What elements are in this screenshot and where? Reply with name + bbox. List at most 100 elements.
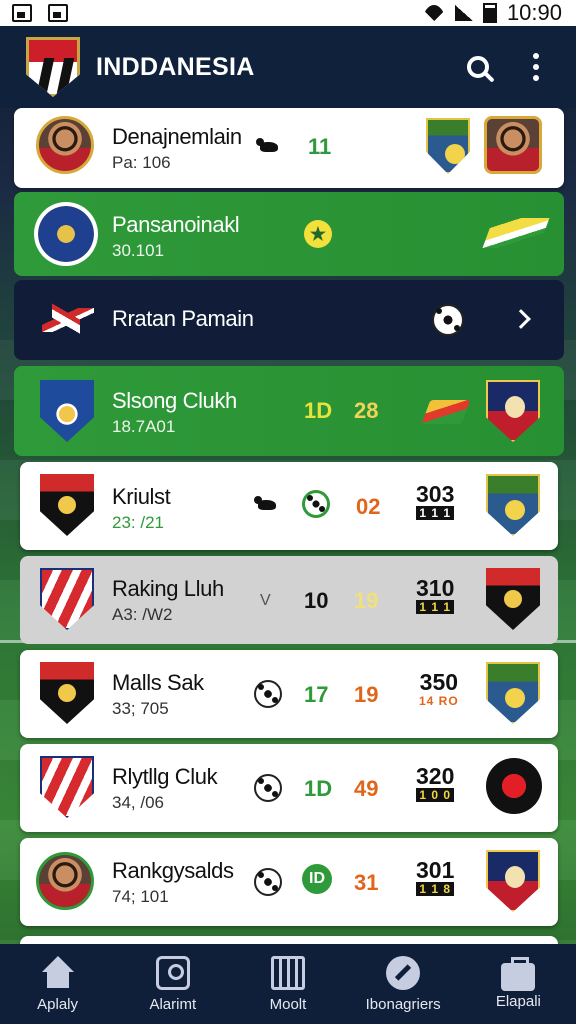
score-sub: 1 1 8 — [416, 882, 455, 896]
star-logo-icon — [42, 300, 94, 340]
pin-icon — [155, 955, 190, 990]
soccer-ball-icon — [302, 490, 330, 518]
item-name: Rratan Pamain — [112, 306, 254, 331]
player-avatar — [36, 852, 94, 910]
soccer-ball-icon — [254, 868, 282, 896]
list-item[interactable]: Pansanoinakl 30.101 ★ — [14, 192, 564, 276]
nav-label: Elapali — [495, 992, 541, 1010]
score-box: 303 1 1 1 — [416, 482, 454, 520]
score-box: 350 14 RO — [416, 670, 462, 708]
club-crest-icon — [40, 568, 94, 630]
battery-icon — [482, 3, 497, 23]
list-item[interactable]: Rlytllg Cluk 34, /06 1D 49 320 1 0 0 — [20, 744, 558, 832]
score-sub: 1 0 0 — [416, 788, 455, 802]
wifi-icon — [422, 5, 445, 21]
whistle-icon — [386, 955, 421, 990]
nav-item-managers[interactable]: Ibonagriers — [348, 955, 458, 1013]
score-box: 301 1 1 8 — [416, 858, 454, 896]
list-item[interactable]: Kriulst 23: /21 02 303 1 1 1 — [20, 462, 558, 550]
list-item-selected[interactable]: Raking Lluh A3: /W2 V 10 19 310 1 1 1 — [20, 556, 558, 644]
list-item[interactable]: Malls Sak 33; 705 17 19 350 14 RO — [20, 650, 558, 738]
chevron-right-icon[interactable] — [511, 309, 531, 329]
nav-label: Alarimt — [149, 995, 197, 1013]
club-crest-icon — [40, 662, 94, 724]
club-crest-icon — [486, 380, 540, 442]
score-value: 310 — [416, 575, 455, 601]
bag-icon — [501, 956, 536, 991]
bull-icon — [254, 496, 280, 514]
grid-icon — [270, 955, 305, 990]
score-value: 320 — [416, 763, 455, 789]
club-crest-icon — [486, 568, 540, 630]
stripe-flag-icon — [421, 400, 471, 424]
stat-value: 28 — [354, 398, 379, 423]
item-name: Rlytllg Cluk — [112, 764, 218, 789]
signal-icon — [454, 5, 473, 21]
marker-label: V — [260, 592, 271, 609]
stat-value: 31 — [354, 870, 379, 895]
item-sub: 18.7A01 — [112, 417, 176, 436]
score-box: 320 1 0 0 — [416, 764, 454, 802]
list-item-featured[interactable]: Rratan Pamain — [14, 280, 564, 360]
item-name: Malls Sak — [112, 670, 204, 695]
club-crest-icon — [40, 474, 94, 536]
item-sub: 23: /21 — [112, 513, 164, 532]
status-time: 10:90 — [506, 0, 562, 25]
stat-value: 17 — [304, 682, 329, 707]
stat-value: 1D — [304, 398, 333, 423]
score-sub: 1 1 1 — [416, 600, 455, 614]
more-options-button[interactable] — [516, 47, 556, 87]
club-crest-icon — [34, 202, 98, 266]
player-avatar — [36, 116, 94, 174]
nav-item-alerts[interactable]: Alarimt — [118, 955, 228, 1013]
star-icon: ★ — [304, 220, 332, 248]
score-box: 310 1 1 1 — [416, 576, 454, 614]
player-avatar — [484, 116, 542, 174]
item-name: Slsong Clukh — [112, 388, 237, 413]
nav-label: Aplaly — [37, 995, 79, 1013]
status-bar: 10:90 — [0, 0, 576, 26]
score-value: 303 — [416, 481, 455, 507]
club-crest-icon — [486, 850, 540, 912]
club-crest-icon — [40, 756, 94, 818]
list-item[interactable]: Rankgysalds 74; 101 ID 31 301 1 1 8 — [20, 838, 558, 926]
item-name: Pansanoinakl — [112, 212, 240, 237]
soccer-ball-icon — [432, 304, 464, 336]
score-sub: 1 1 1 — [416, 506, 455, 520]
home-icon — [40, 955, 75, 990]
score-sub: 14 RO — [419, 694, 459, 708]
bottom-navigation: Aplaly Alarimt Moolt Ibonagriers Elapali — [0, 944, 576, 1024]
stat-badge: ID — [302, 864, 332, 894]
item-name: Denajnemlain — [112, 124, 242, 149]
list-item[interactable]: Slsong Clukh 18.7A01 1D 28 — [14, 366, 564, 456]
item-sub: A3: /W2 — [112, 605, 173, 624]
notification-icon — [48, 4, 68, 22]
nav-label: Ibonagriers — [365, 995, 441, 1013]
search-button[interactable] — [458, 47, 498, 87]
stat-value: 19 — [354, 682, 379, 707]
item-sub: 74; 101 — [112, 887, 169, 906]
stat-value: 10 — [304, 588, 329, 613]
soccer-ball-icon — [254, 774, 282, 802]
app-title: INDDANESIA — [96, 52, 255, 81]
app-header: INDDANESIA — [0, 26, 576, 108]
nav-item-shop[interactable]: Elapali — [463, 956, 573, 1010]
item-name: Kriulst — [112, 484, 171, 509]
score-value: 301 — [416, 857, 455, 883]
stat-value: 49 — [354, 776, 379, 801]
item-sub: Pa: 106 — [112, 153, 171, 172]
stat-value: 11 — [308, 134, 332, 159]
stripe-flag-icon — [482, 218, 550, 248]
nav-item-home[interactable]: Aplaly — [3, 955, 113, 1013]
club-crest-icon — [486, 758, 542, 814]
item-name: Raking Lluh — [112, 576, 224, 601]
list-item[interactable]: Denajnemlain Pa: 106 11 — [14, 108, 564, 188]
item-sub: 30.101 — [112, 241, 164, 260]
club-crest-icon — [486, 474, 540, 536]
club-logo-icon[interactable] — [26, 37, 80, 97]
club-crest-icon — [426, 118, 470, 174]
gallery-icon — [12, 4, 32, 22]
stat-value: 19 — [354, 588, 379, 613]
nav-item-stats[interactable]: Moolt — [233, 955, 343, 1013]
item-sub: 33; 705 — [112, 699, 169, 718]
